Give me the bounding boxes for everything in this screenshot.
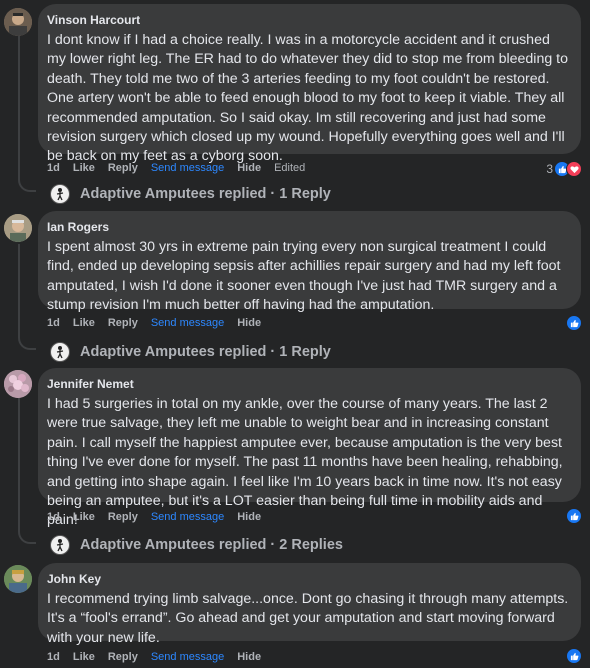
reaction-count: 3 [546,162,553,176]
comment-author[interactable]: Ian Rogers [47,219,569,235]
send-message-button[interactable]: Send message [151,511,224,523]
comment-actions: 1d Like Reply Send message Hide [47,317,274,329]
send-message-button[interactable]: Send message [151,162,224,174]
send-message-button[interactable]: Send message [151,317,224,329]
edited-label[interactable]: Edited [274,162,305,174]
hide-button[interactable]: Hide [237,511,261,523]
like-button[interactable]: Like [73,317,95,329]
view-replies[interactable]: Adaptive Amputees replied · 1 Reply [50,184,331,204]
reply-button[interactable]: Reply [108,651,138,663]
hide-button[interactable]: Hide [237,162,261,174]
comment-text: I recommend trying limb salvage...once. … [47,591,569,646]
reactions[interactable] [566,648,582,664]
thumbs-up-icon [566,648,582,664]
comment-bubble: Ian Rogers I spent almost 30 yrs in extr… [38,211,581,313]
comment-author[interactable]: Vinson Harcourt [47,12,569,28]
page-avatar-icon [50,184,70,204]
avatar[interactable] [4,565,32,593]
like-button[interactable]: Like [73,651,95,663]
avatar[interactable] [4,8,32,36]
timestamp[interactable]: 1d [47,511,60,523]
comment-actions: 1d Like Reply Send message Hide [47,651,274,663]
view-replies[interactable]: Adaptive Amputees replied · 2 Replies [50,535,343,555]
reply-button[interactable]: Reply [108,317,138,329]
comment-bubble: John Key I recommend trying limb salvage… [38,563,581,646]
replies-label[interactable]: Adaptive Amputees replied · 1 Reply [80,186,331,202]
comment-author[interactable]: John Key [47,571,569,587]
thumbs-up-icon [566,508,582,524]
reactions[interactable] [566,508,582,524]
hide-button[interactable]: Hide [237,317,261,329]
timestamp[interactable]: 1d [47,317,60,329]
comment-bubble: Jennifer Nemet I had 5 surgeries in tota… [38,368,581,528]
comment-actions: 1d Like Reply Send message Hide [47,511,274,523]
comment-text: I dont know if I had a choice really. I … [47,32,569,165]
comment-bubble: Vinson Harcourt I dont know if I had a c… [38,4,581,164]
reply-button[interactable]: Reply [108,162,138,174]
like-button[interactable]: Like [73,162,95,174]
page-avatar-icon [50,342,70,362]
avatar[interactable] [4,214,32,242]
reactions[interactable] [566,315,582,331]
replies-label[interactable]: Adaptive Amputees replied · 2 Replies [80,537,343,553]
replies-label[interactable]: Adaptive Amputees replied · 1 Reply [80,344,331,360]
avatar[interactable] [4,370,32,398]
timestamp[interactable]: 1d [47,651,60,663]
thumbs-up-icon [566,315,582,331]
send-message-button[interactable]: Send message [151,651,224,663]
view-replies[interactable]: Adaptive Amputees replied · 1 Reply [50,342,331,362]
comment-author[interactable]: Jennifer Nemet [47,376,569,392]
timestamp[interactable]: 1d [47,162,60,174]
comment-text: I spent almost 30 yrs in extreme pain tr… [47,239,561,314]
page-avatar-icon [50,535,70,555]
hide-button[interactable]: Hide [237,651,261,663]
comment-actions: 1d Like Reply Send message Hide Edited [47,162,318,174]
like-button[interactable]: Like [73,511,95,523]
reply-button[interactable]: Reply [108,511,138,523]
heart-icon [566,161,582,177]
reactions[interactable]: 3 [546,161,582,177]
